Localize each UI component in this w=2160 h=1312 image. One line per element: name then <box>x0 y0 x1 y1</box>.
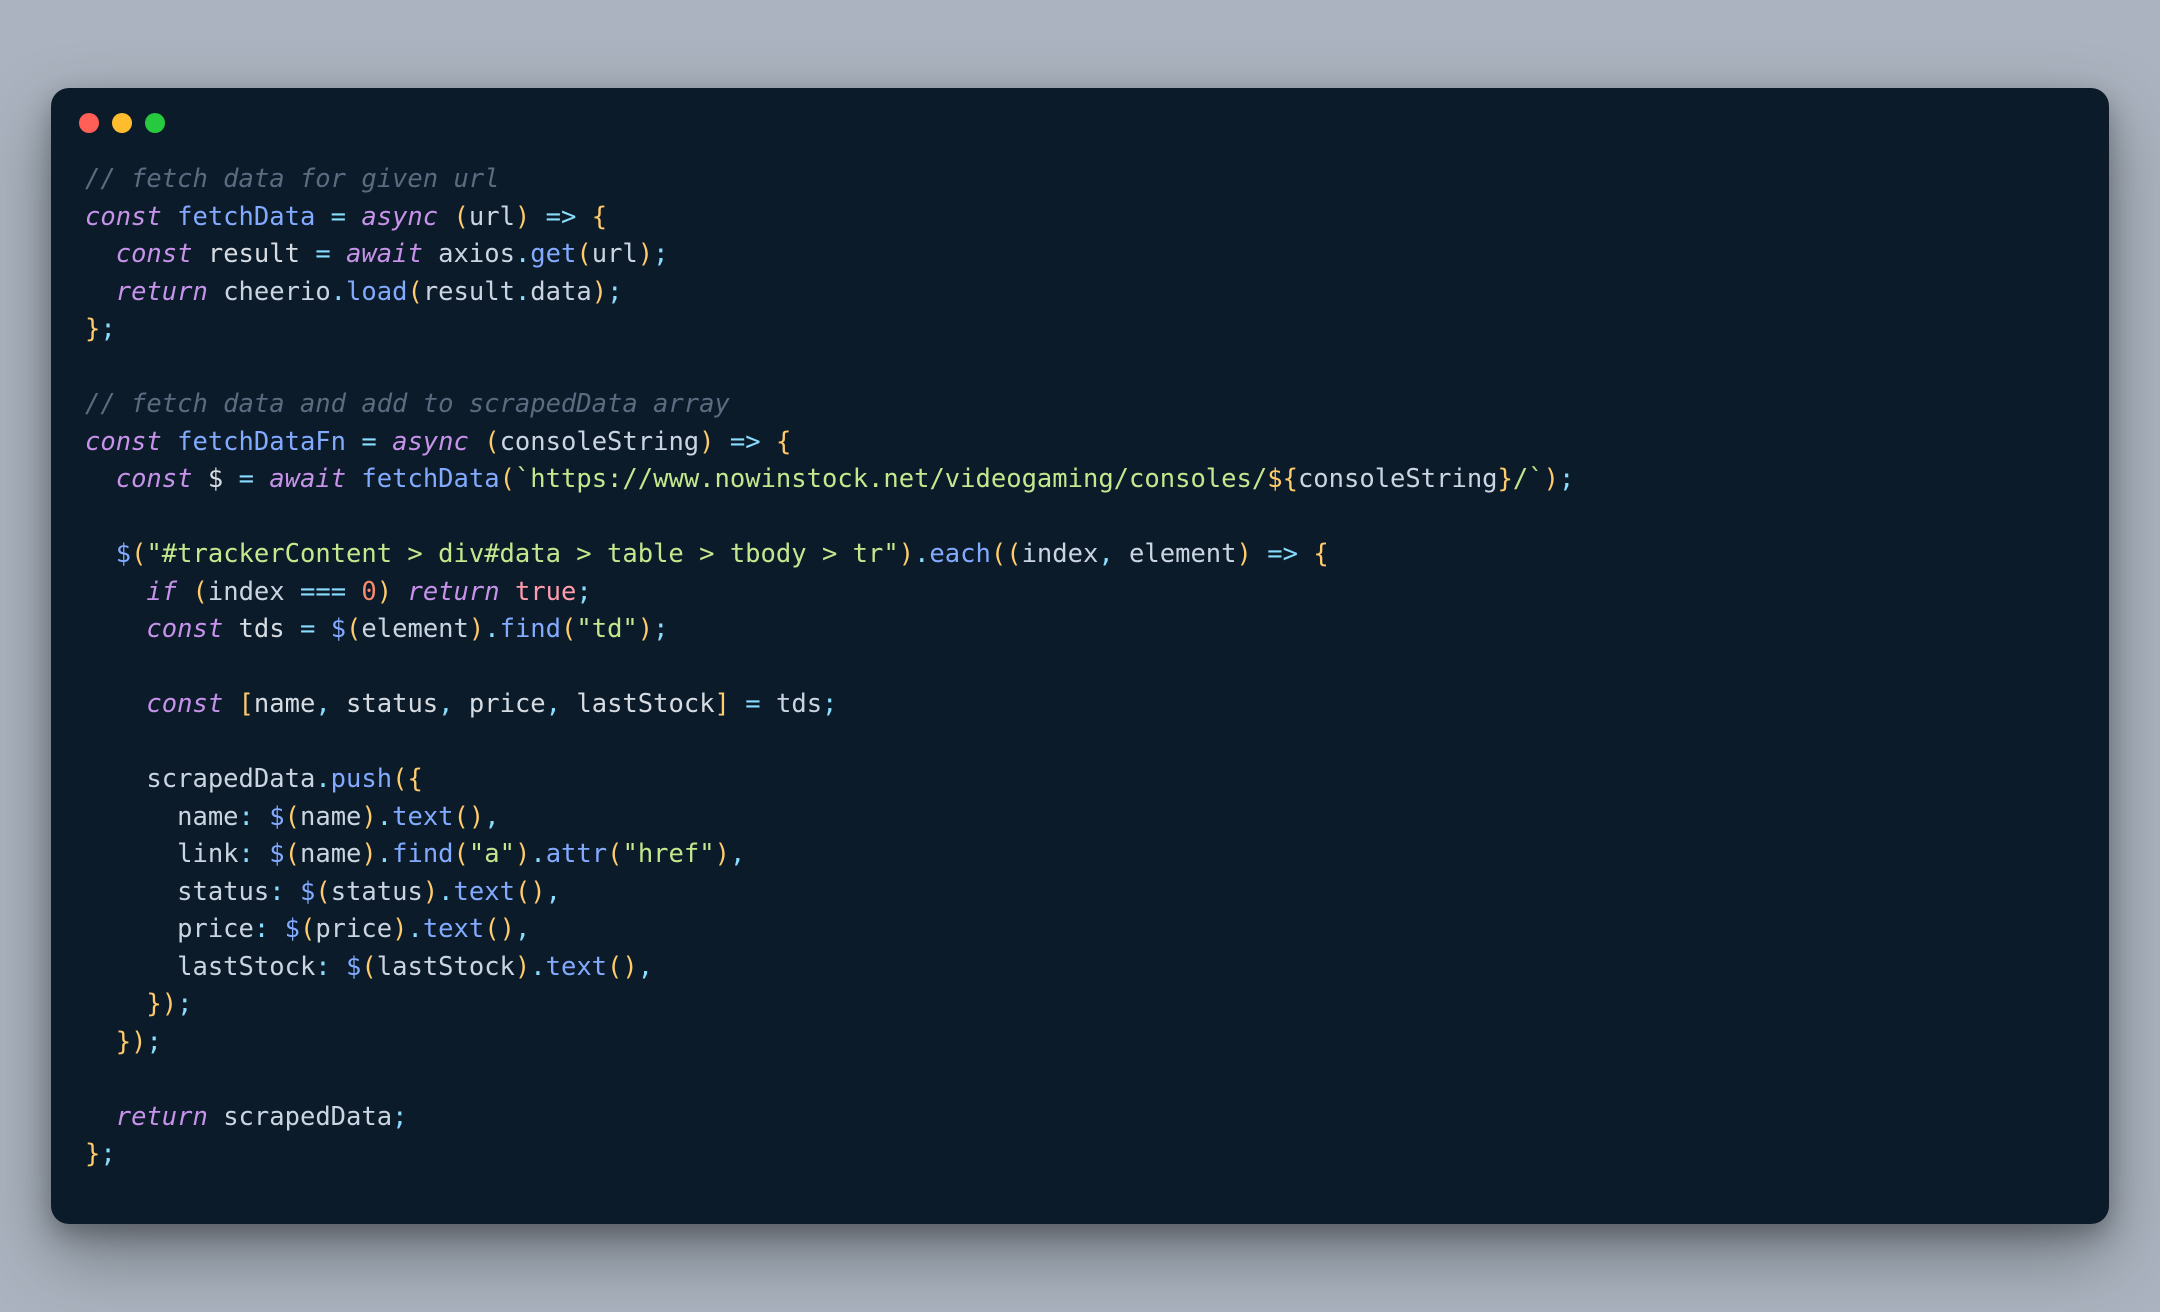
code-number: 0 <box>361 577 376 607</box>
code-ident: consoleString <box>1298 464 1498 494</box>
code-method: find <box>392 839 453 869</box>
code-string: "#trackerContent > div#data > table > tb… <box>146 539 898 569</box>
code-param: index <box>1022 539 1099 569</box>
code-ident: element <box>361 614 468 644</box>
code-ident: fetchData <box>177 202 315 232</box>
code-ident: lastStock <box>576 689 714 719</box>
code-ident: $ <box>269 802 284 832</box>
code-param: consoleString <box>500 427 700 457</box>
code-ident: $ <box>116 539 131 569</box>
code-ident: $ <box>300 877 315 907</box>
code-op: === <box>300 577 346 607</box>
code-keyword: const <box>146 614 223 644</box>
code-ident: cheerio <box>223 277 330 307</box>
code-method: push <box>331 764 392 794</box>
code-method: text <box>392 802 453 832</box>
code-method: text <box>423 914 484 944</box>
code-ident: lastStock <box>377 952 515 982</box>
code-prop: link <box>177 839 238 869</box>
code-keyword: return <box>116 277 208 307</box>
code-ident: name <box>254 689 315 719</box>
window-titlebar <box>51 88 2109 139</box>
code-prop: price <box>177 914 254 944</box>
code-ident: $ <box>208 464 223 494</box>
code-string: "td" <box>576 614 637 644</box>
code-ident: scrapedData <box>146 764 315 794</box>
code-ident: $ <box>346 952 361 982</box>
zoom-icon[interactable] <box>145 113 165 133</box>
code-method: get <box>530 239 576 269</box>
code-string: "a" <box>469 839 515 869</box>
code-ident: name <box>300 802 361 832</box>
code-keyword: if <box>146 577 177 607</box>
code-prop: name <box>177 802 238 832</box>
code-bool: true <box>515 577 576 607</box>
code-string: "href" <box>622 839 714 869</box>
code-keyword: const <box>116 239 193 269</box>
minimize-icon[interactable] <box>112 113 132 133</box>
close-icon[interactable] <box>79 113 99 133</box>
code-keyword: const <box>85 427 162 457</box>
code-ident: price <box>315 914 392 944</box>
code-ident: scrapedData <box>223 1102 392 1132</box>
code-method: each <box>929 539 990 569</box>
code-string: / <box>1513 464 1528 494</box>
code-window: // fetch data for given url const fetchD… <box>51 88 2109 1223</box>
code-keyword: await <box>346 239 423 269</box>
code-method: text <box>546 952 607 982</box>
code-ident: fetchData <box>361 464 499 494</box>
code-string: https://www.nowinstock.net/videogaming/c… <box>530 464 1267 494</box>
code-ident: tds <box>239 614 285 644</box>
code-method: text <box>454 877 515 907</box>
code-ident: fetchDataFn <box>177 427 346 457</box>
code-keyword: async <box>392 427 469 457</box>
code-ident: result <box>208 239 300 269</box>
code-ident: status <box>331 877 423 907</box>
code-prop: lastStock <box>177 952 315 982</box>
code-ident: axios <box>438 239 515 269</box>
code-arrow: => <box>1267 539 1298 569</box>
code-ident: price <box>469 689 546 719</box>
code-ident: result <box>423 277 515 307</box>
code-ident: $ <box>269 839 284 869</box>
code-ident: url <box>592 239 638 269</box>
code-keyword: const <box>116 464 193 494</box>
code-ident: $ <box>331 614 346 644</box>
code-prop: data <box>530 277 591 307</box>
code-param: element <box>1129 539 1236 569</box>
code-method: find <box>500 614 561 644</box>
code-keyword: const <box>85 202 162 232</box>
code-param: url <box>469 202 515 232</box>
code-method: load <box>346 277 407 307</box>
code-ident: $ <box>285 914 300 944</box>
code-ident: tds <box>776 689 822 719</box>
code-block: // fetch data for given url const fetchD… <box>51 139 2109 1203</box>
code-ident: name <box>300 839 361 869</box>
code-comment: // fetch data and add to scrapedData arr… <box>85 389 730 419</box>
code-ident: index <box>208 577 285 607</box>
code-keyword: return <box>407 577 499 607</box>
code-prop: status <box>177 877 269 907</box>
code-keyword: await <box>269 464 346 494</box>
code-keyword: return <box>116 1102 208 1132</box>
code-arrow: => <box>546 202 577 232</box>
code-ident: status <box>346 689 438 719</box>
code-method: attr <box>546 839 607 869</box>
code-keyword: async <box>361 202 438 232</box>
code-keyword: const <box>146 689 223 719</box>
code-comment: // fetch data for given url <box>85 164 500 194</box>
code-arrow: => <box>730 427 761 457</box>
